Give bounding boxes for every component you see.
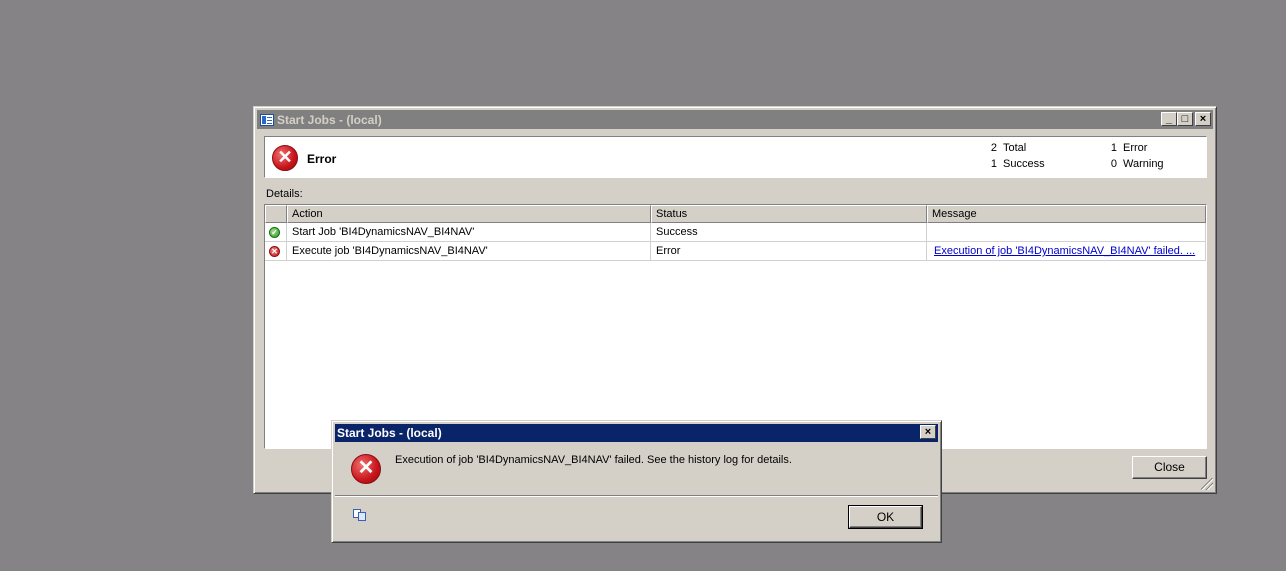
column-header-message[interactable]: Message [927, 205, 1206, 223]
stat-success-count: 1 [990, 158, 997, 170]
row-message-cell: Execution of job 'BI4DynamicsNAV_BI4NAV'… [927, 242, 1206, 261]
table-row[interactable]: ✓ Start Job 'BI4DynamicsNAV_BI4NAV' Succ… [265, 223, 1206, 242]
message-box-text: Execution of job 'BI4DynamicsNAV_BI4NAV'… [395, 454, 792, 466]
app-icon [260, 113, 274, 126]
stat-success: 1 Success [983, 158, 1045, 170]
message-box-divider [335, 495, 938, 497]
error-icon: ✕ [351, 454, 381, 484]
stat-total-count: 2 [990, 142, 997, 154]
resize-grip[interactable] [1201, 478, 1213, 490]
window-titlebar[interactable]: Start Jobs - (local) _ □ × [257, 110, 1213, 129]
stat-success-label: Success [1003, 158, 1045, 170]
error-message-link[interactable]: Execution of job 'BI4DynamicsNAV_BI4NAV'… [934, 245, 1195, 257]
stat-warning-label: Warning [1123, 158, 1164, 170]
copy-icon[interactable] [353, 509, 367, 522]
maximize-button[interactable]: □ [1177, 112, 1193, 126]
minimize-button[interactable]: _ [1161, 112, 1177, 126]
row-action-cell: Execute job 'BI4DynamicsNAV_BI4NAV' [287, 242, 651, 261]
table-row[interactable]: ✕ Execute job 'BI4DynamicsNAV_BI4NAV' Er… [265, 242, 1206, 261]
row-icon-cell: ✓ [265, 223, 287, 242]
row-message-cell [927, 223, 1206, 242]
error-icon: ✕ [269, 246, 280, 257]
window-close-button[interactable]: × [1195, 112, 1211, 126]
details-label: Details: [266, 188, 303, 200]
message-box-title: Start Jobs - (local) [337, 426, 442, 440]
stat-error-label: Error [1123, 142, 1148, 154]
ok-button[interactable]: OK [848, 505, 923, 529]
stat-warning: 0 Warning [1103, 158, 1164, 170]
row-icon-cell: ✕ [265, 242, 287, 261]
grid-header: Action Status Message [265, 205, 1206, 223]
grid-header-icon-column [265, 205, 287, 223]
window-title: Start Jobs - (local) [277, 112, 382, 127]
row-status-cell: Success [651, 223, 927, 242]
column-header-action[interactable]: Action [287, 205, 651, 223]
stat-error-count: 1 [1110, 142, 1117, 154]
row-status-cell: Error [651, 242, 927, 261]
summary-status-label: Error [307, 152, 337, 166]
summary-panel: ✕ Error 2 Total 1 Success 1 Error 0 Warning [264, 136, 1207, 178]
success-icon: ✓ [269, 227, 280, 238]
error-icon: ✕ [272, 145, 298, 171]
details-grid[interactable]: Action Status Message ✓ Start Job 'BI4Dy… [264, 204, 1207, 449]
stat-total-label: Total [1003, 142, 1027, 154]
error-message-box: Start Jobs - (local) × ✕ Execution of jo… [331, 420, 942, 543]
message-box-titlebar[interactable]: Start Jobs - (local) × [335, 424, 938, 442]
column-header-status[interactable]: Status [651, 205, 927, 223]
close-button[interactable]: Close [1132, 456, 1207, 479]
stat-error: 1 Error [1103, 142, 1148, 154]
stat-warning-count: 0 [1110, 158, 1117, 170]
stat-total: 2 Total [983, 142, 1026, 154]
row-action-cell: Start Job 'BI4DynamicsNAV_BI4NAV' [287, 223, 651, 242]
message-box-close-button[interactable]: × [920, 425, 936, 439]
